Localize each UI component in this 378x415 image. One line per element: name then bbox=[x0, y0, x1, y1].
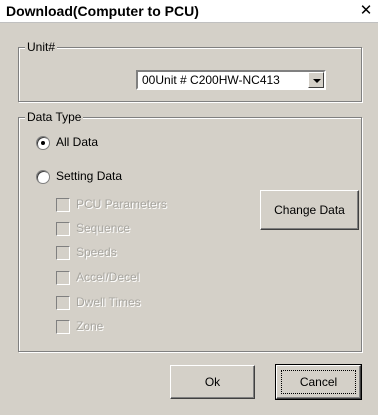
checkbox-pcu-parameters-box bbox=[56, 198, 70, 212]
data-type-group-label: Data Type bbox=[25, 110, 84, 124]
ok-button[interactable]: Ok bbox=[170, 365, 255, 399]
checkbox-speeds-label: Speeds bbox=[76, 245, 117, 259]
cancel-button[interactable]: Cancel bbox=[275, 364, 362, 400]
radio-all-data-label: All Data bbox=[56, 135, 99, 149]
chevron-down-icon[interactable] bbox=[308, 72, 324, 88]
checkbox-accel-decel-box bbox=[56, 271, 70, 285]
unit-select[interactable]: 00Unit # C200HW-NC413 bbox=[136, 70, 326, 90]
change-data-button-label: Change Data bbox=[274, 203, 345, 217]
checkbox-dwell-times-box bbox=[56, 296, 70, 310]
title-bar[interactable]: Download(Computer to PCU) ✕ bbox=[0, 0, 378, 23]
change-data-button[interactable]: Change Data bbox=[260, 190, 359, 230]
checkbox-zone-label: Zone bbox=[76, 319, 104, 333]
radio-all-data-control[interactable] bbox=[36, 136, 50, 150]
radio-setting-data-control[interactable] bbox=[36, 170, 50, 184]
checkbox-sequence-box bbox=[56, 222, 70, 236]
unit-select-value: 00Unit # C200HW-NC413 bbox=[142, 73, 280, 87]
ok-button-label: Ok bbox=[204, 375, 221, 389]
checkbox-dwell-times-label: Dwell Times bbox=[76, 295, 141, 309]
cancel-focus-ring bbox=[281, 370, 356, 394]
unit-group-label: Unit# bbox=[25, 40, 58, 54]
checkbox-speeds-box bbox=[56, 246, 70, 260]
close-icon[interactable]: ✕ bbox=[358, 3, 374, 19]
checkbox-pcu-parameters-label: PCU Parameters bbox=[76, 197, 167, 211]
window-title: Download(Computer to PCU) bbox=[6, 3, 199, 19]
radio-setting-data-label: Setting Data bbox=[56, 169, 123, 183]
checkbox-zone-box bbox=[56, 320, 70, 334]
checkbox-sequence-label: Sequence bbox=[76, 221, 131, 235]
checkbox-accel-decel-label: Accel/Decel bbox=[76, 270, 140, 284]
unit-groupbox: Unit# 00Unit # C200HW-NC413 bbox=[18, 40, 362, 102]
